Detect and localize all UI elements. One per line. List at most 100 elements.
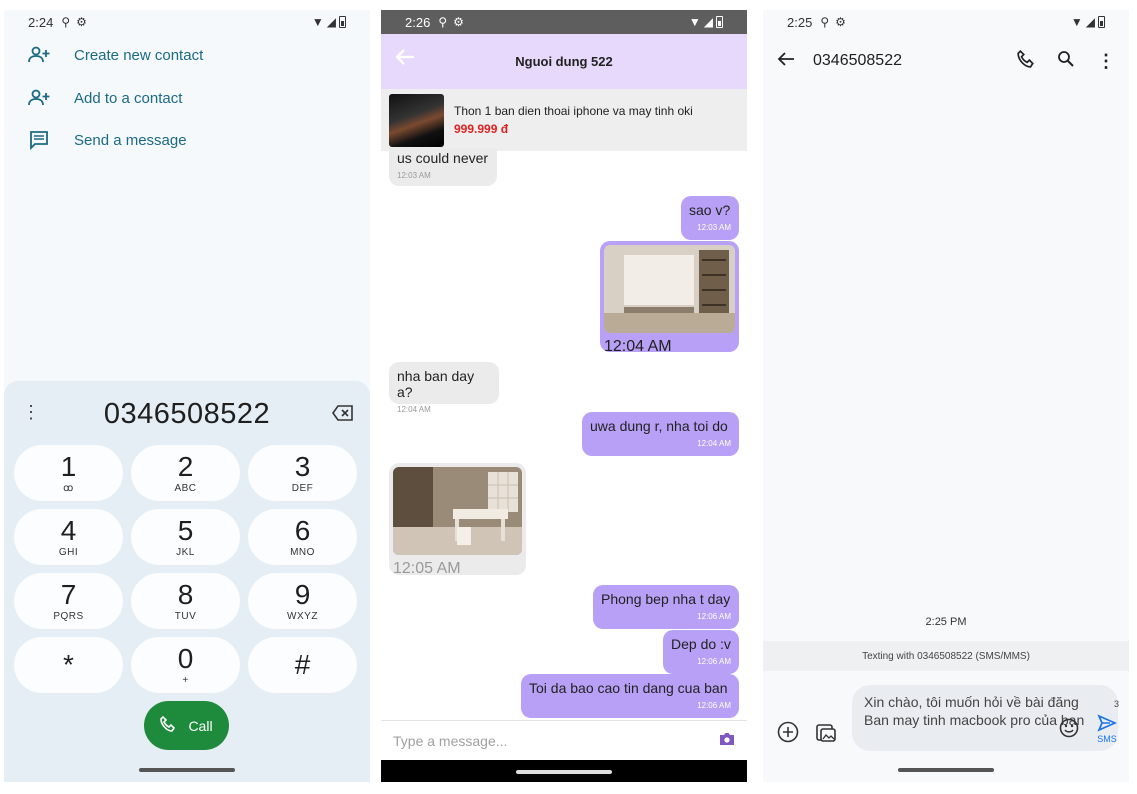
dialed-number[interactable]: 0346508522 (4, 391, 370, 437)
send-message-item[interactable]: Send a message (28, 129, 187, 151)
home-indicator[interactable] (898, 768, 994, 772)
back-arrow-icon[interactable] (777, 51, 795, 72)
key-letters: GHI (58, 546, 79, 558)
status-bar: 2:26 ⚲ ⚙ ▼ ◢ (381, 10, 747, 34)
key-letters: DEF (291, 482, 314, 494)
battery-icon (716, 16, 723, 28)
message-text: sao v? (689, 202, 731, 218)
key-letters: JKL (176, 546, 195, 558)
key-digit: # (294, 649, 311, 680)
add-to-contact-item[interactable]: Add to a contact (28, 87, 182, 109)
debug-icon: ⚙ (76, 15, 87, 29)
chat-screen: 2:26 ⚲ ⚙ ▼ ◢ Nguoi dung 522 Thon 1 ban die… (381, 10, 747, 782)
sms-screen: 2:25 ⚲ ⚙ ▼ ◢ 0346508522 ⋮ 2:25 PM Texting … (763, 10, 1129, 782)
emoji-icon[interactable] (1059, 718, 1079, 743)
key-5[interactable]: 5 JKL (131, 509, 240, 565)
message-time: 12:04 AM (604, 338, 672, 355)
debug-icon: ⚙ (835, 15, 846, 29)
call-button[interactable]: Call (144, 701, 229, 750)
message-time: 12:03 AM (697, 223, 731, 232)
status-time: 2:25 (787, 14, 813, 30)
key-hash[interactable]: # (248, 637, 357, 693)
create-new-contact-item[interactable]: Create new contact (28, 44, 203, 66)
keypad: 1ꝏ 2 ABC 3 DEF 4 GHI 5 JKL 6 MNO 7 PQRS 8 TUV 9… (14, 445, 360, 693)
message-text: uwa dung r, nha toi do (590, 418, 728, 434)
backspace-icon[interactable] (332, 405, 354, 426)
key-4[interactable]: 4 GHI (14, 509, 123, 565)
send-label: SMS (1097, 734, 1117, 744)
message-received: us could never 12:03 AM (389, 148, 497, 186)
image-message-received[interactable]: 12:05 AM (389, 463, 526, 577)
message-text: us could never (397, 150, 489, 166)
add-to-contact-label: Add to a contact (74, 89, 183, 107)
message-sent: uwa dung r, nha toi do 12:04 AM (582, 412, 739, 456)
message-time: 12:05 AM (393, 560, 461, 577)
status-bar: 2:25 ⚲ ⚙ ▼ ◢ (763, 10, 1129, 34)
wifi-icon: ▼ (1070, 15, 1083, 29)
wifi-icon: ▼ (688, 15, 701, 29)
message-time: 12:03 AM (397, 171, 431, 180)
key-digit: 0 (177, 642, 194, 674)
usb-icon: ⚲ (820, 15, 830, 29)
search-icon[interactable] (1057, 50, 1075, 73)
key-digit: 4 (60, 514, 77, 546)
key-3[interactable]: 3 DEF (248, 445, 357, 501)
key-6[interactable]: 6 MNO (248, 509, 357, 565)
key-letters: WXYZ (287, 610, 318, 622)
send-sms-button[interactable]: SMS (1097, 714, 1118, 744)
message-sent: sao v? 12:03 AM (681, 196, 739, 240)
add-person-icon (28, 87, 50, 109)
product-name: Thon 1 ban dien thoai iphone va may tinh… (454, 104, 693, 118)
key-digit: 8 (177, 578, 194, 610)
camera-icon[interactable] (719, 732, 735, 749)
home-indicator[interactable] (139, 768, 235, 772)
room-photo (604, 245, 735, 333)
dialpad-sheet: ⋮ 0346508522 1ꝏ 2 ABC 3 DEF 4 GHI 5 JKL 6 MNO… (4, 381, 370, 782)
key-digit: 3 (294, 450, 311, 482)
message-input[interactable]: Type a message... (393, 733, 507, 749)
message-received: nha ban day a? 12:04 AM (389, 362, 499, 414)
key-digit: 7 (60, 578, 77, 610)
add-attachment-icon[interactable] (777, 721, 799, 748)
image-message-sent[interactable]: 12:04 AM (600, 241, 739, 355)
voicemail-icon: ꝏ (63, 482, 74, 494)
conversation-timestamp: 2:25 PM (925, 616, 967, 628)
phone-icon[interactable] (1017, 49, 1035, 73)
message-text: nha ban day a? (397, 368, 475, 400)
more-options-icon[interactable]: ⋮ (1097, 51, 1115, 72)
chat-title: Nguoi dung 522 (515, 54, 613, 69)
back-arrow-icon[interactable] (395, 48, 415, 69)
product-card[interactable]: Thon 1 ban dien thoai iphone va may tinh… (381, 89, 747, 151)
draft-text: Xin chào, tôi muốn hỏi về bài đăng Ban m… (864, 694, 1085, 728)
signal-icon: ◢ (326, 15, 336, 29)
key-2[interactable]: 2 ABC (131, 445, 240, 501)
home-indicator[interactable] (516, 770, 612, 774)
message-sent: Toi da bao cao tin dang cua ban 12:06 AM (521, 674, 739, 718)
key-0[interactable]: 0 + (131, 637, 240, 693)
chat-header: Nguoi dung 522 (381, 34, 747, 89)
key-letters: TUV (174, 610, 197, 622)
texting-with-banner: Texting with 0346508522 (SMS/MMS) (763, 641, 1129, 671)
debug-icon: ⚙ (453, 15, 464, 29)
message-sent: Phong bep nha t day 12:06 AM (593, 585, 739, 629)
usb-icon: ⚲ (61, 15, 71, 29)
key-7[interactable]: 7 PQRS (14, 573, 123, 629)
key-8[interactable]: 8 TUV (131, 573, 240, 629)
status-bar: 2:24 ⚲ ⚙ ▼ ◢ (4, 10, 370, 34)
key-star[interactable]: * (14, 637, 123, 693)
key-1[interactable]: 1ꝏ (14, 445, 123, 501)
wifi-icon: ▼ (311, 15, 324, 29)
status-time: 2:24 (28, 14, 54, 30)
gallery-icon[interactable] (815, 721, 837, 748)
message-time: 12:06 AM (697, 657, 731, 666)
key-digit: 2 (177, 450, 194, 482)
usb-icon: ⚲ (438, 15, 448, 29)
key-digit: 6 (294, 514, 311, 546)
key-letters: ABC (174, 482, 197, 494)
key-9[interactable]: 9 WXYZ (248, 573, 357, 629)
conversation-header: 0346508522 ⋮ (763, 46, 1129, 76)
sms-composer: Xin chào, tôi muốn hỏi về bài đăng Ban m… (763, 682, 1129, 754)
contact-number: 0346508522 (813, 52, 902, 69)
message-time: 12:06 AM (697, 701, 731, 710)
message-time: 12:04 AM (697, 439, 731, 448)
